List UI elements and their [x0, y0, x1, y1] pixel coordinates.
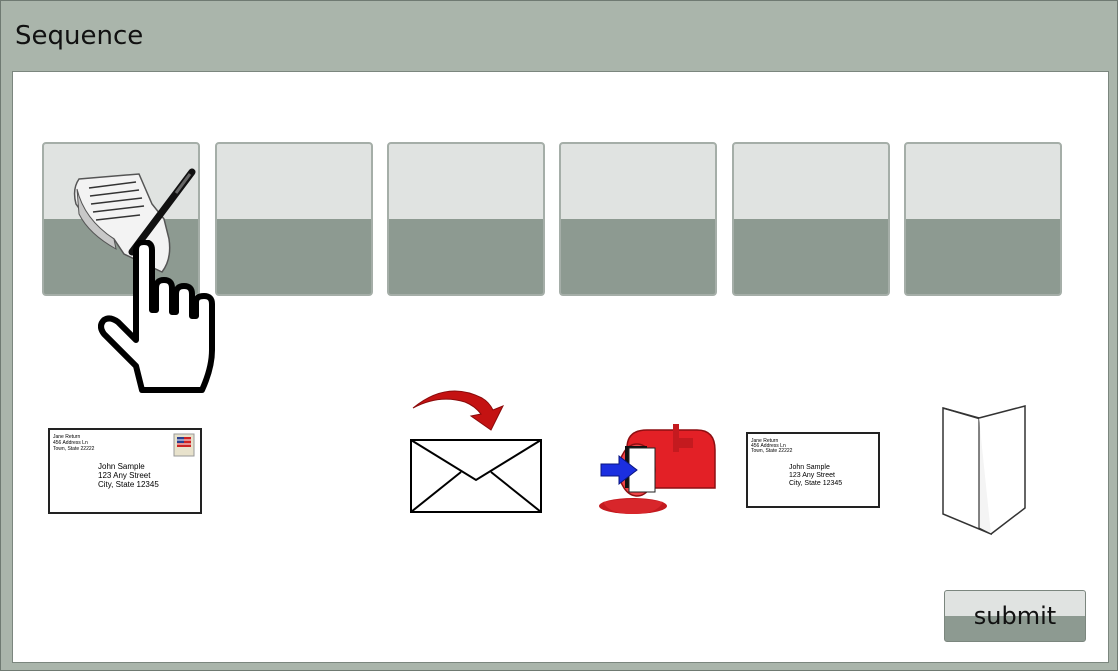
- mailbox-icon: [599, 424, 716, 514]
- recipient-line-1: John Sample: [98, 462, 145, 471]
- recipient-line-3: City, State 12345: [98, 480, 159, 489]
- sequence-slot-6[interactable]: [904, 142, 1062, 296]
- window-title: Sequence: [15, 21, 144, 51]
- insert-into-envelope-icon: [410, 390, 542, 513]
- addressed-envelope-card-large[interactable]: Jane Return 456 Address Ln Town, State 2…: [48, 428, 202, 514]
- sequence-slot-3[interactable]: [387, 142, 545, 296]
- sequence-slot-2[interactable]: [215, 142, 373, 296]
- pointing-hand-icon: [98, 239, 228, 405]
- stamp-icon: [173, 433, 195, 457]
- sequence-window: Sequence Jane Return 456 Address Ln Town…: [0, 0, 1118, 671]
- insert-into-envelope-card[interactable]: [407, 388, 547, 518]
- addressed-envelope-card-small[interactable]: Jane Return 456 Address Ln Town, State 2…: [746, 432, 880, 508]
- recipient-line-2: 123 Any Street: [789, 472, 835, 479]
- sequence-slot-4[interactable]: [559, 142, 717, 296]
- return-line-3: Town, State 22222: [751, 448, 793, 454]
- folded-letter-icon: [942, 405, 1026, 536]
- recipient-line-1: John Sample: [789, 464, 830, 471]
- sequence-canvas: Jane Return 456 Address Ln Town, State 2…: [12, 71, 1109, 663]
- recipient-line-3: City, State 12345: [789, 480, 842, 487]
- sequence-slot-5[interactable]: [732, 142, 890, 296]
- mailbox-card[interactable]: [597, 424, 717, 518]
- recipient-line-2: 123 Any Street: [98, 471, 151, 480]
- folded-letter-card[interactable]: [939, 404, 1029, 536]
- return-line-3: Town, State 22222: [53, 446, 95, 452]
- submit-button[interactable]: submit: [944, 590, 1086, 642]
